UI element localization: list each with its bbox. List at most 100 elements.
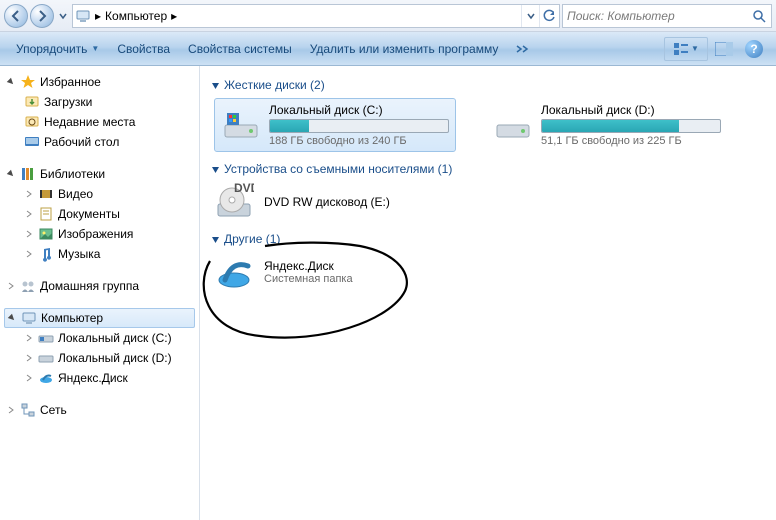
address-bar[interactable]: ▸ Компьютер ▸ [72, 4, 560, 28]
section-label: Другие (1) [224, 232, 280, 246]
drive-free-text: 51,1 ГБ свободно из 225 ГБ [541, 135, 721, 147]
section-hard-drives[interactable]: Жесткие диски (2) [210, 78, 766, 92]
collapse-icon [210, 164, 220, 174]
breadcrumb-segment[interactable]: ▸ [95, 9, 101, 23]
sidebar-item-label: Рабочий стол [44, 135, 119, 149]
network-icon [20, 402, 36, 418]
chevron-down-icon: ▼ [91, 44, 99, 53]
system-properties-label: Свойства системы [188, 42, 292, 56]
properties-button[interactable]: Свойства [109, 38, 178, 60]
computer-icon [75, 8, 91, 24]
expand-toggle-icon[interactable] [24, 333, 34, 343]
chevron-double-right-icon [516, 45, 532, 53]
music-icon [38, 246, 54, 262]
dvd-icon: DVD [214, 182, 254, 222]
drive-icon [38, 330, 54, 346]
expand-toggle-icon[interactable] [24, 249, 34, 259]
back-button[interactable] [4, 4, 28, 28]
organize-label: Упорядочить [16, 42, 87, 56]
address-row: ▸ Компьютер ▸ Поиск: Компьютер [0, 0, 776, 32]
chevron-down-icon [527, 12, 535, 20]
expand-toggle-icon[interactable] [7, 313, 17, 323]
organize-menu[interactable]: Упорядочить ▼ [8, 38, 107, 60]
navigation-sidebar: Избранное Загрузки Недавние места Рабочи… [0, 66, 200, 520]
sidebar-item-label: Изображения [58, 227, 133, 241]
expand-toggle-icon[interactable] [24, 229, 34, 239]
expand-toggle-icon[interactable] [6, 77, 16, 87]
collapse-icon [210, 234, 220, 244]
drive-icon [493, 105, 533, 145]
sidebar-network[interactable]: Сеть [0, 400, 199, 420]
view-icon [673, 42, 689, 56]
expand-toggle-icon[interactable] [6, 405, 16, 415]
sidebar-item-label: Музыка [58, 247, 100, 261]
uninstall-button[interactable]: Удалить или изменить программу [302, 38, 507, 60]
star-icon [20, 74, 36, 90]
view-options-button[interactable]: ▼ [664, 37, 708, 61]
sidebar-homegroup[interactable]: Домашняя группа [0, 276, 199, 296]
drive-d[interactable]: Локальный диск (D:) 51,1 ГБ свободно из … [486, 98, 728, 152]
capacity-bar [541, 119, 721, 133]
drive-c[interactable]: Локальный диск (C:) 188 ГБ свободно из 2… [214, 98, 456, 152]
svg-text:DVD: DVD [234, 182, 254, 195]
nav-history-dropdown[interactable] [56, 4, 70, 28]
sidebar-item-label: Документы [58, 207, 120, 221]
refresh-button[interactable] [539, 5, 557, 27]
sidebar-item-documents[interactable]: Документы [0, 204, 199, 224]
system-properties-button[interactable]: Свойства системы [180, 38, 300, 60]
expand-toggle-icon[interactable] [24, 353, 34, 363]
sidebar-favorites[interactable]: Избранное [0, 72, 199, 92]
sidebar-libraries[interactable]: Библиотеки [0, 164, 199, 184]
uninstall-label: Удалить или изменить программу [310, 42, 499, 56]
sidebar-item-label: Сеть [40, 403, 67, 417]
desktop-icon [24, 134, 40, 150]
command-overflow[interactable] [508, 41, 540, 57]
section-label: Устройства со съемными носителями (1) [224, 162, 452, 176]
expand-toggle-icon[interactable] [24, 373, 34, 383]
preview-pane-button[interactable] [710, 37, 738, 61]
section-removable[interactable]: Устройства со съемными носителями (1) [210, 162, 766, 176]
sidebar-item-label: Видео [58, 187, 93, 201]
sidebar-item-label: Яндекс.Диск [58, 371, 128, 385]
yandex-disk-icon [38, 370, 54, 386]
sidebar-item-label: Компьютер [41, 311, 103, 325]
expand-toggle-icon[interactable] [24, 189, 34, 199]
drive-label: Локальный диск (D:) [541, 103, 721, 117]
forward-button[interactable] [30, 4, 54, 28]
expand-toggle-icon[interactable] [24, 209, 34, 219]
section-other[interactable]: Другие (1) [210, 232, 766, 246]
sidebar-item-videos[interactable]: Видео [0, 184, 199, 204]
dvd-label: DVD RW дисковод (E:) [264, 195, 390, 209]
sidebar-item-music[interactable]: Музыка [0, 244, 199, 264]
section-label: Жесткие диски (2) [224, 78, 325, 92]
sidebar-item-pictures[interactable]: Изображения [0, 224, 199, 244]
homegroup-icon [20, 278, 36, 294]
content-pane: Жесткие диски (2) Локальный диск (C:) 18… [200, 66, 776, 520]
expand-toggle-icon[interactable] [6, 281, 16, 291]
sidebar-item-drive-d[interactable]: Локальный диск (D:) [0, 348, 199, 368]
dvd-drive[interactable]: DVD DVD RW дисковод (E:) [214, 182, 766, 222]
arrow-right-icon [36, 10, 48, 22]
sidebar-item-downloads[interactable]: Загрузки [0, 92, 199, 112]
recent-icon [24, 114, 40, 130]
breadcrumb-segment-end[interactable]: ▸ [171, 9, 177, 23]
breadcrumb-location[interactable]: Компьютер [105, 9, 167, 23]
sidebar-item-label: Домашняя группа [40, 279, 139, 293]
search-input[interactable]: Поиск: Компьютер [562, 4, 772, 28]
drive-label: Локальный диск (C:) [269, 103, 449, 117]
yadisk-sub: Системная папка [264, 273, 353, 285]
yandex-disk-item[interactable]: Яндекс.Диск Системная папка [214, 252, 766, 292]
help-button[interactable]: ? [740, 37, 768, 61]
arrow-left-icon [10, 10, 22, 22]
sidebar-item-recent[interactable]: Недавние места [0, 112, 199, 132]
sidebar-computer[interactable]: Компьютер [4, 308, 195, 328]
expand-toggle-icon[interactable] [6, 169, 16, 179]
collapse-icon [210, 80, 220, 90]
sidebar-item-yandex-disk[interactable]: Яндекс.Диск [0, 368, 199, 388]
downloads-icon [24, 94, 40, 110]
capacity-bar [269, 119, 449, 133]
refresh-icon [542, 9, 556, 23]
sidebar-item-drive-c[interactable]: Локальный диск (C:) [0, 328, 199, 348]
sidebar-item-desktop[interactable]: Рабочий стол [0, 132, 199, 152]
address-dropdown[interactable] [521, 5, 539, 27]
